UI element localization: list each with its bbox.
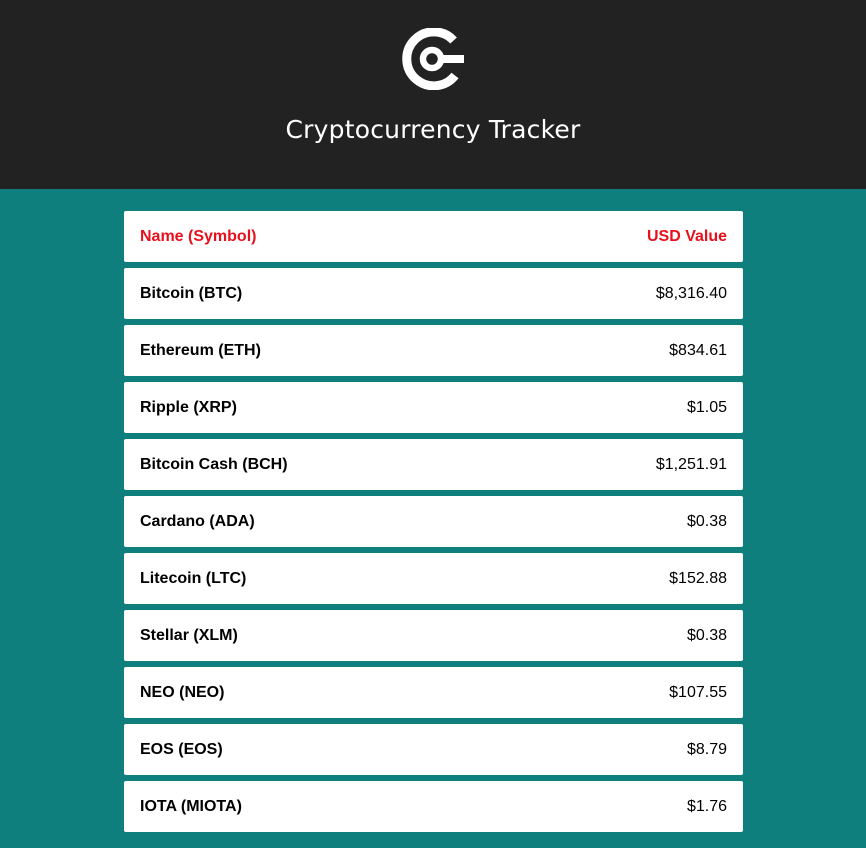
table-row: Ripple (XRP) $1.05 <box>124 382 743 433</box>
coin-name: EOS (EOS) <box>140 740 223 758</box>
table-row: IOTA (MIOTA) $1.76 <box>124 781 743 832</box>
coin-usd-value: $0.38 <box>686 512 727 530</box>
coin-name: IOTA (MIOTA) <box>140 797 242 815</box>
page-title: Cryptocurrency Tracker <box>285 115 581 144</box>
coin-usd-value: $1.76 <box>686 797 727 815</box>
coin-name: Litecoin (LTC) <box>140 569 247 587</box>
table-row: Cardano (ADA) $0.38 <box>124 496 743 547</box>
coin-usd-value: $1,251.91 <box>655 455 727 473</box>
column-header-name: Name (Symbol) <box>140 227 257 245</box>
table-row: Bitcoin (BTC) $8,316.40 <box>124 268 743 319</box>
coin-usd-value: $0.38 <box>686 626 727 644</box>
coin-name: Ripple (XRP) <box>140 398 237 416</box>
coin-usd-value: $107.55 <box>669 683 727 701</box>
coin-name: Bitcoin Cash (BCH) <box>140 455 288 473</box>
coin-name: Stellar (XLM) <box>140 626 238 644</box>
table-row: Bitcoin Cash (BCH) $1,251.91 <box>124 439 743 490</box>
table-row: Stellar (XLM) $0.38 <box>124 610 743 661</box>
coin-usd-value: $1.05 <box>686 398 727 416</box>
coin-usd-value: $8,316.40 <box>655 284 727 302</box>
coin-name: Cardano (ADA) <box>140 512 255 530</box>
table-row: EOS (EOS) $8.79 <box>124 724 743 775</box>
coin-name: Bitcoin (BTC) <box>140 284 243 302</box>
crypto-table: Name (Symbol) USD Value Bitcoin (BTC) $8… <box>124 211 743 838</box>
app-header: Cryptocurrency Tracker <box>0 0 866 189</box>
coin-usd-value: $152.88 <box>669 569 727 587</box>
table-row: Ethereum (ETH) $834.61 <box>124 325 743 376</box>
column-header-usd-value: USD Value <box>646 227 727 245</box>
table-row: NEO (NEO) $107.55 <box>124 667 743 718</box>
table-row: Litecoin (LTC) $152.88 <box>124 553 743 604</box>
coin-usd-value: $834.61 <box>669 341 727 359</box>
coin-usd-value: $8.79 <box>686 740 727 758</box>
coin-name: Ethereum (ETH) <box>140 341 261 359</box>
table-header-row: Name (Symbol) USD Value <box>124 211 743 262</box>
coin-name: NEO (NEO) <box>140 683 225 701</box>
crypto-c-logo-icon <box>402 28 464 90</box>
